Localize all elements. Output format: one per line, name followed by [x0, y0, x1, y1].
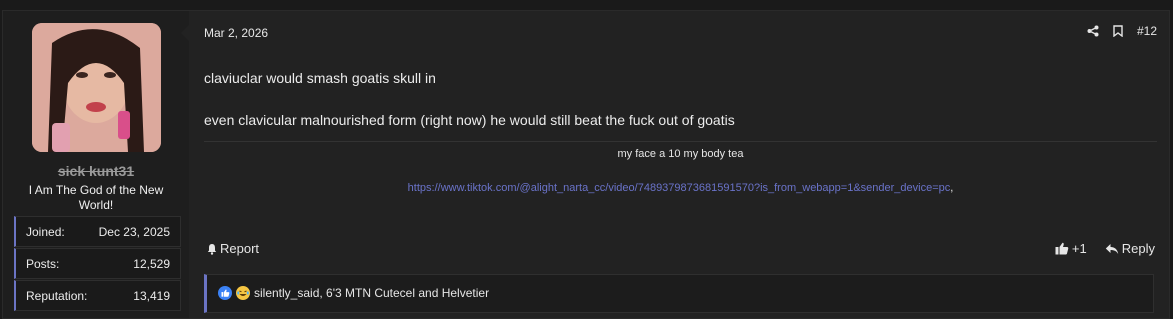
signature-divider [204, 141, 1157, 142]
stat-label: Posts: [26, 257, 60, 271]
user-title: I Am The God of the New World! [28, 183, 164, 212]
stat-value: 13,419 [133, 289, 170, 303]
stat-value: Dec 23, 2025 [98, 225, 170, 239]
post-paragraph: claviuclar would smash goatis skull in [204, 70, 436, 86]
reactions-inner: silently_said, 6'3 MTN Cutecel and Helve… [218, 286, 489, 300]
stat-label: Reputation: [26, 289, 88, 303]
stat-reputation: Reputation: 13,419 [14, 280, 181, 311]
reactions-bar: silently_said, 6'3 MTN Cutecel and Helve… [204, 274, 1154, 313]
reply-button[interactable]: Reply [1105, 241, 1155, 256]
report-button[interactable]: Report [206, 241, 259, 256]
user-sidebar: sick kunt31 I Am The God of the New Worl… [3, 11, 189, 318]
bell-icon [207, 243, 217, 255]
like-reaction-icon[interactable] [218, 286, 232, 300]
stat-label: Joined: [26, 225, 65, 239]
share-icon[interactable] [1087, 25, 1099, 37]
signature-text: my face a 10 my body tea [617, 148, 744, 160]
thumbs-up-icon [1055, 242, 1069, 255]
reactions-users[interactable]: silently_said, 6'3 MTN Cutecel and Helve… [254, 286, 489, 300]
like-button[interactable]: +1 [1055, 241, 1087, 256]
avatar[interactable] [32, 23, 161, 152]
post-main: Mar 2, 2026 #12 claviuclar would smash g… [181, 11, 1169, 318]
signature-link-suffix: , [950, 182, 954, 194]
laugh-reaction-icon[interactable] [236, 286, 250, 300]
post-header-actions: #12 [1087, 24, 1157, 38]
post-number[interactable]: #12 [1137, 24, 1157, 38]
post-footer-actions: +1 Reply [1055, 241, 1155, 256]
stat-posts: Posts: 12,529 [14, 248, 181, 279]
signature-link[interactable]: https://www.tiktok.com/@alight_narta_cc/… [408, 182, 951, 194]
stat-joined: Joined: Dec 23, 2025 [14, 216, 181, 247]
signature-link-row: https://www.tiktok.com/@alight_narta_cc/… [204, 182, 1157, 194]
reply-icon [1105, 243, 1118, 254]
username[interactable]: sick kunt31 [3, 163, 189, 179]
report-label: Report [220, 241, 260, 256]
avatar-image [32, 23, 161, 152]
post-arrow [181, 25, 189, 41]
reply-label: Reply [1121, 241, 1155, 256]
like-count: +1 [1071, 241, 1087, 256]
post-paragraph: even clavicular malnourished form (right… [204, 112, 735, 128]
post-container: sick kunt31 I Am The God of the New Worl… [2, 10, 1170, 319]
bookmark-icon[interactable] [1113, 25, 1123, 37]
stat-value: 12,529 [133, 257, 170, 271]
post-date[interactable]: Mar 2, 2026 [204, 26, 268, 40]
